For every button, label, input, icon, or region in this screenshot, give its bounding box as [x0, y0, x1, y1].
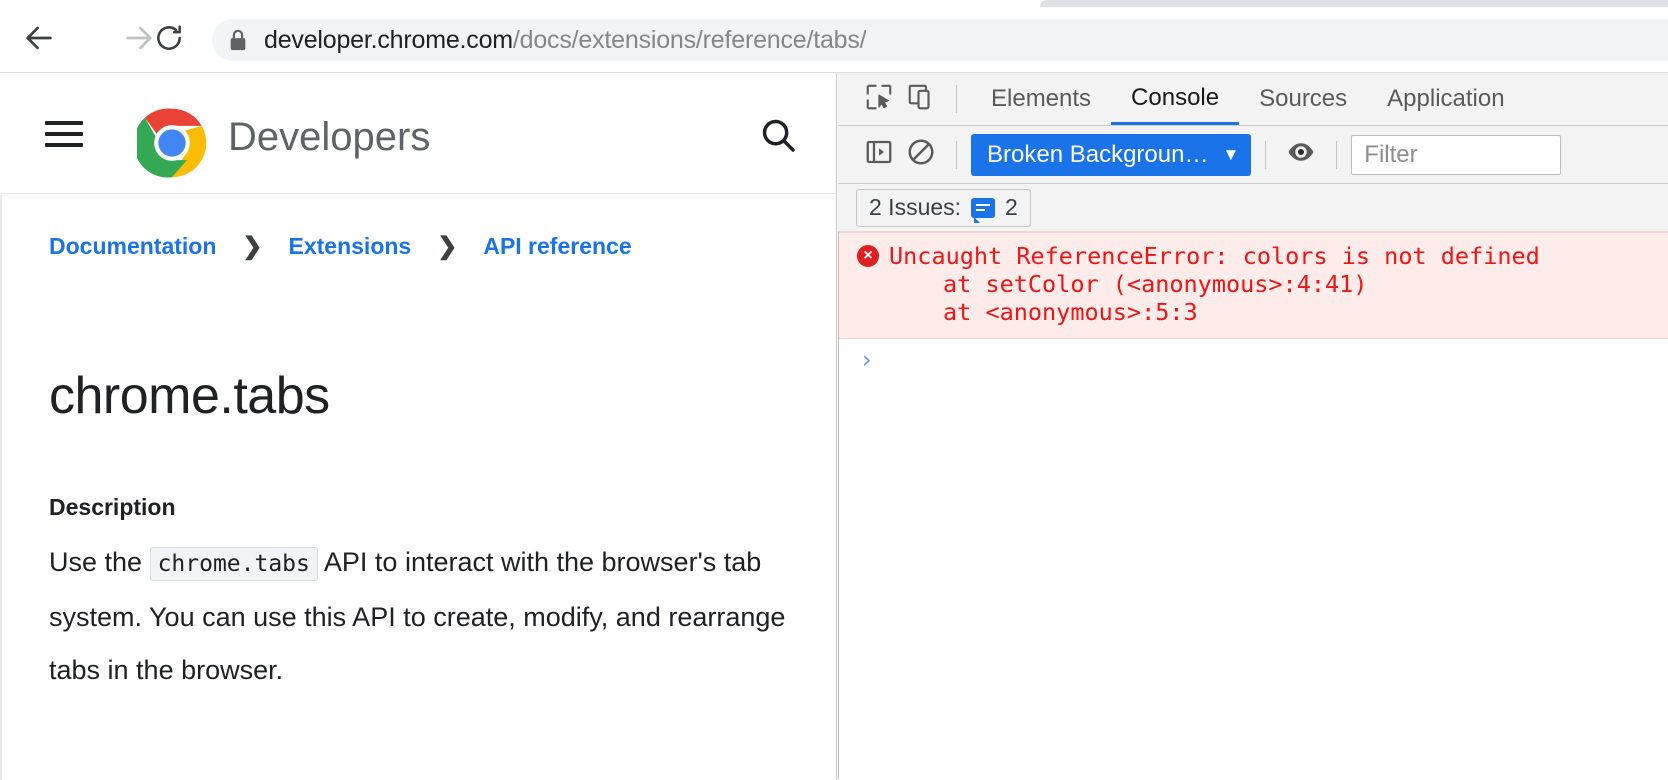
live-expression-button[interactable]	[1280, 135, 1322, 175]
browser-toolbar: developer.chrome.com/docs/extensions/ref…	[0, 7, 1668, 73]
console-message-list[interactable]: × Uncaught ReferenceError: colors is not…	[838, 232, 1668, 779]
error-circle-icon: ×	[857, 245, 879, 267]
breadcrumb: Documentation ❯ Extensions ❯ API referen…	[49, 232, 632, 261]
devtools-tabbar: Elements Console Sources Application	[838, 73, 1668, 126]
address-bar[interactable]: developer.chrome.com/docs/extensions/ref…	[212, 19, 1668, 61]
page-title: chrome.tabs	[49, 366, 330, 425]
tab-application[interactable]: Application	[1367, 73, 1524, 125]
context-select-value: Broken Backgroun…	[987, 140, 1209, 168]
issues-label: 2 Issues:	[869, 194, 962, 220]
url-host: developer.chrome.com	[264, 25, 513, 54]
inspect-element-button[interactable]	[858, 79, 900, 119]
javascript-context-select[interactable]: Broken Backgroun… ▼	[971, 133, 1252, 176]
brand-title: Developers	[228, 115, 431, 159]
issues-bar: 2 Issues: 2	[838, 184, 1668, 232]
toolbar-divider	[956, 85, 957, 113]
reload-icon	[153, 22, 185, 59]
description-paragraph: Use the chrome.tabs API to interact with…	[49, 536, 809, 697]
browser-tabstrip	[0, 0, 1668, 7]
hamburger-menu-icon[interactable]	[45, 121, 83, 147]
issues-chip[interactable]: 2 Issues: 2	[856, 188, 1031, 227]
search-button[interactable]	[756, 115, 800, 159]
content-left-rail	[0, 195, 2, 780]
console-error-message[interactable]: × Uncaught ReferenceError: colors is not…	[839, 232, 1668, 339]
console-prompt-caret-icon: ›	[859, 344, 875, 374]
browser-tab[interactable]	[1040, 0, 1668, 7]
breadcrumb-separator: ❯	[242, 233, 263, 260]
console-toolbar: Broken Backgroun… ▼ Filter	[838, 126, 1668, 184]
inspect-element-icon	[864, 82, 894, 117]
description-text-before: Use the	[49, 547, 150, 577]
reload-button[interactable]	[148, 19, 190, 61]
toolbar-divider	[1265, 140, 1267, 169]
inline-code-chrome-tabs: chrome.tabs	[149, 547, 318, 581]
issues-count: 2	[1005, 194, 1018, 220]
chevron-down-icon: ▼	[1222, 144, 1240, 164]
live-expression-eye-icon	[1286, 138, 1316, 171]
search-icon	[759, 116, 797, 159]
tab-console[interactable]: Console	[1111, 73, 1240, 125]
url-path: /docs/extensions/reference/tabs/	[512, 25, 867, 54]
console-filter-input[interactable]: Filter	[1351, 134, 1562, 175]
filter-placeholder: Filter	[1364, 140, 1418, 168]
console-stack-frame[interactable]: at <anonymous>:5:3	[839, 298, 1668, 326]
devtools-panel: Elements Console Sources Application Bro…	[838, 73, 1668, 780]
console-error-headline: Uncaught ReferenceError: colors is not d…	[889, 242, 1540, 270]
screenshot-root: developer.chrome.com/docs/extensions/ref…	[0, 0, 1668, 780]
console-sidebar-toggle-icon	[864, 137, 894, 172]
console-prompt[interactable]: ›	[839, 339, 1668, 379]
url-display: developer.chrome.com/docs/extensions/ref…	[264, 26, 866, 55]
clear-console-icon	[906, 137, 936, 172]
site-header: Developers	[0, 73, 836, 194]
toolbar-divider	[956, 140, 957, 169]
console-error-headline-row: × Uncaught ReferenceError: colors is not…	[839, 242, 1668, 270]
web-page-viewport: Developers Documentation ❯ Extensions ❯ …	[0, 73, 837, 780]
section-heading-description: Description	[49, 494, 176, 520]
breadcrumb-item-documentation[interactable]: Documentation	[49, 233, 216, 260]
device-toolbar-button[interactable]	[900, 79, 942, 119]
issues-message-icon	[971, 197, 996, 223]
toolbar-divider	[1336, 140, 1338, 169]
device-toolbar-icon	[906, 82, 936, 117]
tab-sources[interactable]: Sources	[1239, 73, 1367, 125]
clear-console-button[interactable]	[900, 135, 942, 175]
back-button[interactable]	[18, 19, 60, 61]
lock-icon[interactable]	[212, 28, 264, 52]
chrome-logo-icon	[133, 108, 207, 178]
breadcrumb-item-api-reference[interactable]: API reference	[483, 233, 631, 260]
console-stack-frame[interactable]: at setColor (<anonymous>:4:41)	[839, 270, 1668, 298]
breadcrumb-item-extensions[interactable]: Extensions	[289, 233, 412, 260]
tab-elements[interactable]: Elements	[971, 73, 1111, 125]
breadcrumb-separator: ❯	[437, 233, 458, 260]
arrow-left-icon	[22, 21, 56, 60]
console-sidebar-toggle-button[interactable]	[858, 135, 900, 175]
